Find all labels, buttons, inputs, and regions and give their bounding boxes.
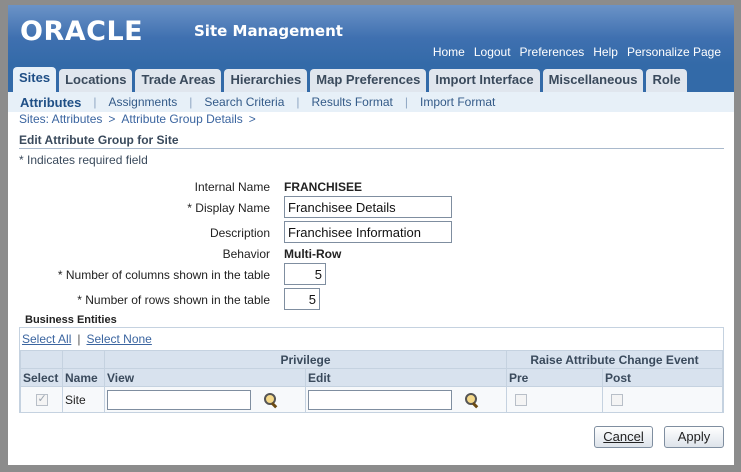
help-link[interactable]: Help <box>593 45 618 59</box>
rows-label: * Number of rows shown in the table <box>77 293 270 307</box>
subtab-bar: Attributes | Assignments | Search Criter… <box>8 92 734 112</box>
apply-button[interactable]: Apply <box>664 426 724 448</box>
behavior-value: Multi-Row <box>284 247 342 261</box>
edit-privilege-field[interactable] <box>308 389 452 410</box>
subtab-results-format[interactable]: Results Format <box>312 95 393 109</box>
tab-locations[interactable]: Locations <box>59 69 133 92</box>
header-name: Name <box>62 368 105 387</box>
select-all-link[interactable]: Select All <box>22 332 71 346</box>
personalize-page-link[interactable]: Personalize Page <box>627 45 721 59</box>
subtab-separator: | <box>404 95 408 109</box>
pre-cell <box>506 386 603 413</box>
business-entities-title: Business Entities <box>25 314 117 326</box>
title-divider <box>19 148 724 149</box>
logout-link[interactable]: Logout <box>474 45 511 59</box>
select-none-link[interactable]: Select None <box>86 332 151 346</box>
breadcrumb-sites-attributes[interactable]: Sites: Attributes <box>19 112 102 126</box>
business-entities-region: Select All | Select None Privilege Raise… <box>19 327 724 413</box>
home-link[interactable]: Home <box>433 45 465 59</box>
tab-hierarchies[interactable]: Hierarchies <box>224 69 308 92</box>
view-privilege-field[interactable] <box>107 389 251 410</box>
tab-sites[interactable]: Sites <box>13 67 57 92</box>
edit-cell <box>305 386 507 413</box>
preferences-link[interactable]: Preferences <box>520 45 585 59</box>
subtab-assignments[interactable]: Assignments <box>109 95 178 109</box>
subtab-attributes[interactable]: Attributes <box>20 95 81 110</box>
header-privilege: Privilege <box>104 350 507 369</box>
view-search-icon[interactable] <box>263 392 279 408</box>
selection-links: Select All | Select None <box>22 332 152 346</box>
behavior-label: Behavior <box>222 247 270 261</box>
app-title: Site Management <box>194 22 343 40</box>
subtab-import-format[interactable]: Import Format <box>420 95 495 109</box>
global-links: Home Logout Preferences Help Personalize… <box>433 45 721 59</box>
row-name: Site <box>62 386 105 413</box>
oracle-logo: ORACLE <box>20 16 144 47</box>
display-name-field[interactable] <box>284 196 452 218</box>
tab-import-interface[interactable]: Import Interface <box>429 69 540 92</box>
internal-name-label: Internal Name <box>194 180 270 194</box>
subtab-search-criteria[interactable]: Search Criteria <box>204 95 284 109</box>
header-post: Post <box>602 368 723 387</box>
description-label: Description <box>209 226 270 240</box>
edit-search-icon[interactable] <box>464 392 480 408</box>
subtab-separator: | <box>296 95 300 109</box>
header-view: View <box>104 368 306 387</box>
tab-miscellaneous[interactable]: Miscellaneous <box>542 69 644 92</box>
breadcrumb-attribute-group-details[interactable]: Attribute Group Details <box>121 112 242 126</box>
table-header-row: Privilege Raise Attribute Change Event <box>20 350 723 369</box>
cancel-button-label: Cancel <box>603 429 644 444</box>
business-entities-table: Privilege Raise Attribute Change Event S… <box>20 350 723 413</box>
tab-bar: Sites Locations Trade Areas Hierarchies … <box>8 65 734 92</box>
row-select-checkbox[interactable] <box>35 392 48 407</box>
link-separator: | <box>77 332 81 346</box>
cancel-button[interactable]: Cancel <box>594 426 653 448</box>
post-cell <box>602 386 723 413</box>
pre-checkbox[interactable] <box>515 394 527 407</box>
post-checkbox[interactable] <box>611 394 623 407</box>
display-name-label: * Display Name <box>187 201 270 215</box>
header-blank <box>62 350 105 369</box>
tab-trade-areas[interactable]: Trade Areas <box>135 69 222 92</box>
required-field-note: * Indicates required field <box>19 153 148 167</box>
view-cell <box>104 386 306 413</box>
internal-name-value: FRANCHISEE <box>284 180 363 194</box>
table-header-row: Select Name View Edit Pre Post <box>20 368 723 387</box>
columns-label: * Number of columns shown in the table <box>57 268 270 282</box>
subtab-separator: | <box>189 95 193 109</box>
select-cell <box>20 386 63 413</box>
description-field[interactable] <box>284 221 452 243</box>
header-raise-event: Raise Attribute Change Event <box>506 350 723 369</box>
breadcrumb-separator: > <box>248 112 256 126</box>
apply-button-label: Apply <box>677 429 711 444</box>
columns-field[interactable] <box>284 263 326 285</box>
header-edit: Edit <box>305 368 507 387</box>
header-select: Select <box>20 368 63 387</box>
header-bar: ORACLE Site Management Home Logout Prefe… <box>8 5 734 65</box>
tab-map-preferences[interactable]: Map Preferences <box>310 69 427 92</box>
header-pre: Pre <box>506 368 603 387</box>
header-blank <box>20 350 63 369</box>
table-row: Site <box>20 386 723 413</box>
breadcrumb: Sites: Attributes > Attribute Group Deta… <box>19 112 256 126</box>
breadcrumb-separator: > <box>108 112 116 126</box>
subtab-separator: | <box>93 95 97 109</box>
page-frame: ORACLE Site Management Home Logout Prefe… <box>8 5 734 465</box>
page-title: Edit Attribute Group for Site <box>19 133 179 147</box>
tab-role[interactable]: Role <box>646 69 687 92</box>
rows-field[interactable] <box>284 288 320 310</box>
